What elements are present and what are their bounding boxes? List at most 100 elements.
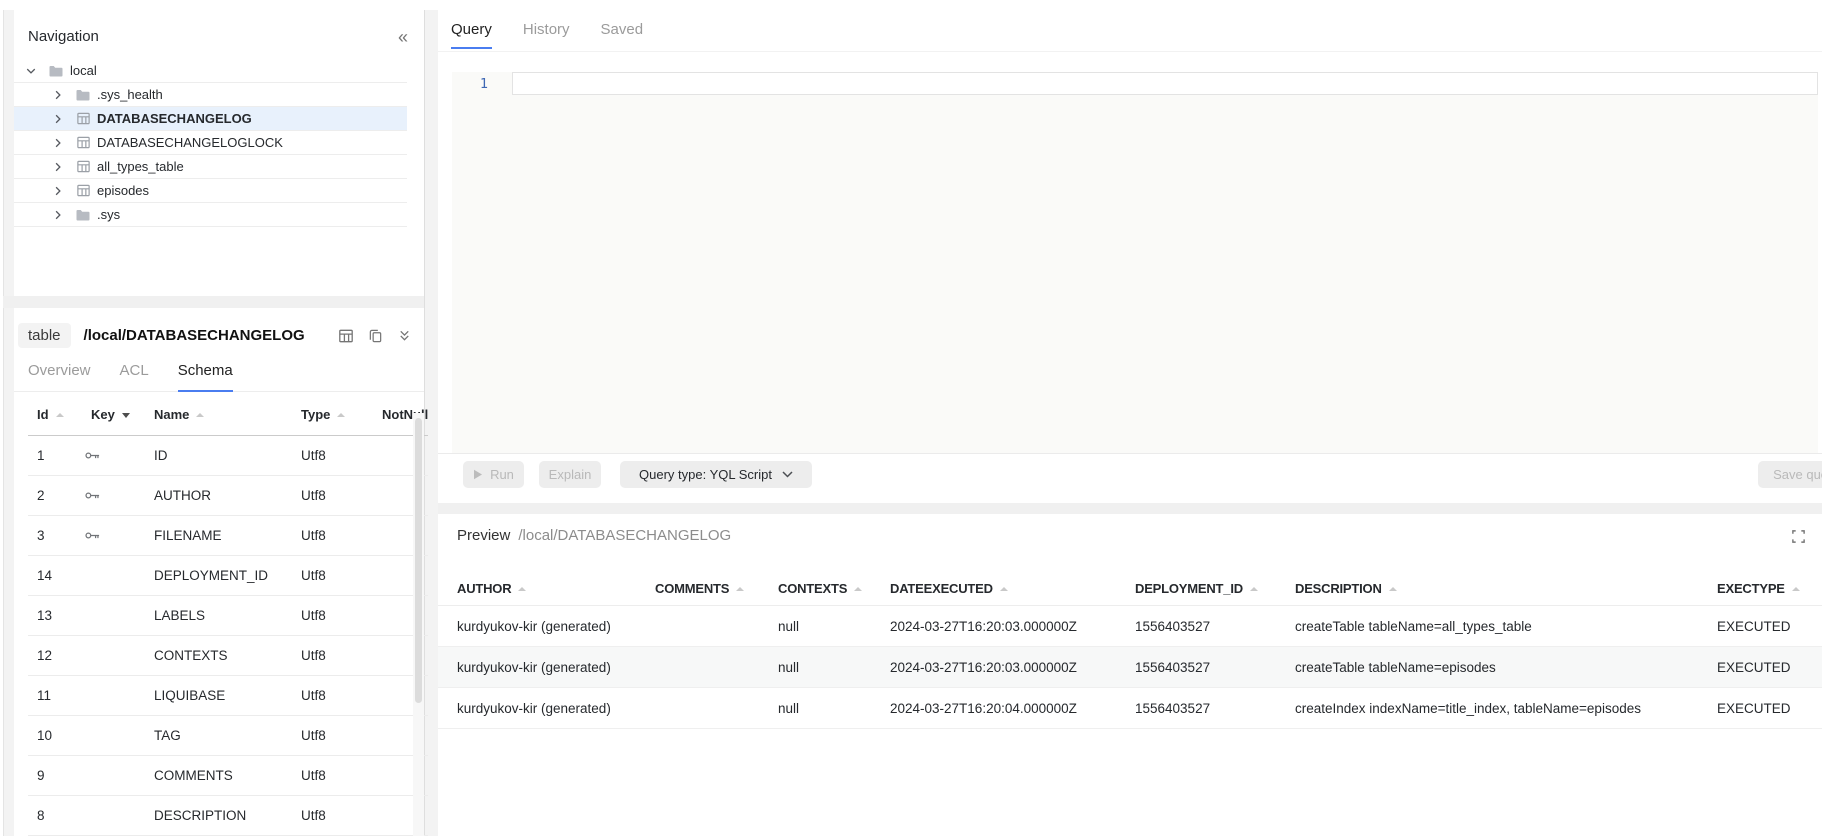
tree-item[interactable]: .sys [14,203,407,227]
save-query-button[interactable]: Save query [1758,461,1822,488]
column-id-value: 9 [37,768,45,783]
schema-row: 11 LIQUIBASE Utf8 [28,676,428,716]
preview-column-header[interactable]: CONTEXTS [778,581,862,596]
folder-icon [75,207,91,223]
tree-item[interactable]: DATABASECHANGELOG [14,107,407,131]
explain-label: Explain [549,467,592,482]
preview-column-header[interactable]: DESCRIPTION [1295,581,1397,596]
table-icon [75,159,91,175]
object-summary-header: table /local/DATABASECHANGELOG [14,308,424,348]
open-preview-icon[interactable] [338,328,354,344]
summary-actions [338,328,412,344]
column-id-value: 2 [37,488,45,503]
column-name-value: ID [154,448,168,463]
chevron-right-icon[interactable] [52,185,64,197]
cell-contexts: null [778,701,799,716]
schema-column-header[interactable]: Name [154,407,204,422]
navigation-title: Navigation [28,28,99,45]
column-name-value: CONTEXTS [154,648,228,663]
column-type-value: Utf8 [301,648,326,663]
query-editor[interactable]: 1 [452,72,1818,453]
chevron-down-icon[interactable] [25,65,37,77]
cell-exectype: EXECUTED [1717,660,1791,675]
preview-column-header[interactable]: AUTHOR [457,581,526,596]
query-type-select[interactable]: Query type: YQL Script [620,461,812,488]
tree-item[interactable]: episodes [14,179,407,203]
tab-label: Query [451,21,492,38]
schema-row: 13 LABELS Utf8 [28,596,428,636]
collapse-panel-icon[interactable]: « [398,30,408,44]
preview-title: Preview [457,527,510,544]
tree-item[interactable]: DATABASECHANGELOGLOCK [14,131,407,155]
chevron-right-icon[interactable] [52,161,64,173]
column-label: DEPLOYMENT_ID [1135,581,1243,596]
chevron-right-icon[interactable] [52,113,64,125]
editor-bottom-divider [438,453,1822,454]
column-name-value: DESCRIPTION [154,808,246,823]
query-tab[interactable]: Query [451,21,492,49]
column-type-value: Utf8 [301,528,326,543]
object-tab[interactable]: Schema [178,362,233,392]
run-label: Run [490,467,514,482]
column-label: AUTHOR [457,581,511,596]
cell-author: kurdyukov-kir (generated) [457,701,611,716]
scrollbar-thumb[interactable] [415,418,422,703]
chevron-right-icon[interactable] [52,209,64,221]
explain-button[interactable]: Explain [539,461,601,488]
copy-path-icon[interactable] [368,328,383,344]
schema-row: 9 COMMENTS Utf8 [28,756,428,796]
schema-column-header[interactable]: Id [37,407,64,422]
schema-row: 3 FILENAME Utf8 [28,516,428,556]
tree-item[interactable]: all_types_table [14,155,407,179]
sort-asc-icon [854,587,862,591]
preview-column-header[interactable]: DEPLOYMENT_ID [1135,581,1258,596]
run-button[interactable]: Run [463,461,524,488]
key-icon [85,449,100,464]
sort-asc-icon [196,413,204,417]
object-summary-panel: table /local/DATABASECHANGELOG Overview … [14,308,424,836]
table-icon [75,135,91,151]
schema-column-header[interactable]: Type [301,407,345,422]
tab-label: Schema [178,362,233,379]
schema-scrollbar[interactable] [413,413,424,836]
chevrons-down-icon[interactable] [397,328,412,343]
object-tab[interactable]: ACL [120,362,149,391]
column-name-value: LIQUIBASE [154,688,225,703]
column-id-value: 12 [37,648,52,663]
tab-label: Saved [601,21,644,38]
column-label: COMMENTS [655,581,729,596]
query-tab[interactable]: Saved [601,21,644,48]
tree-item[interactable]: .sys_health [14,83,407,107]
object-tab[interactable]: Overview [28,362,91,391]
tab-label: Overview [28,362,91,379]
object-type-badge: table [18,323,71,348]
column-id-value: 3 [37,528,45,543]
preview-row: kurdyukov-kir (generated) null 2024-03-2… [438,606,1822,647]
column-id-value: 1 [37,448,45,463]
cell-exectype: EXECUTED [1717,701,1791,716]
chevron-right-icon[interactable] [52,137,64,149]
tree-item[interactable]: local [14,59,407,83]
fullscreen-icon[interactable] [1791,529,1806,544]
column-label: Type [301,407,330,422]
sort-asc-icon [337,413,345,417]
preview-row: kurdyukov-kir (generated) null 2024-03-2… [438,647,1822,688]
preview-column-header[interactable]: EXECTYPE [1717,581,1800,596]
chevron-right-icon[interactable] [52,89,64,101]
column-name-value: DEPLOYMENT_ID [154,568,268,583]
preview-column-header[interactable]: DATEEXECUTED [890,581,1008,596]
preview-header: Preview /local/DATABASECHANGELOG [457,527,731,544]
sort-asc-icon [1250,587,1258,591]
query-tab[interactable]: History [523,21,570,48]
horizontal-resizer-right[interactable] [438,503,1822,514]
horizontal-resizer-left[interactable] [3,296,424,308]
folder-icon [75,87,91,103]
column-type-value: Utf8 [301,448,326,463]
schema-row: 1 ID Utf8 [28,436,428,476]
folder-icon [48,63,64,79]
schema-row: 10 TAG Utf8 [28,716,428,756]
cell-contexts: null [778,619,799,634]
sort-asc-icon [518,587,526,591]
preview-column-header[interactable]: COMMENTS [655,581,744,596]
schema-column-header[interactable]: Key [91,407,130,422]
